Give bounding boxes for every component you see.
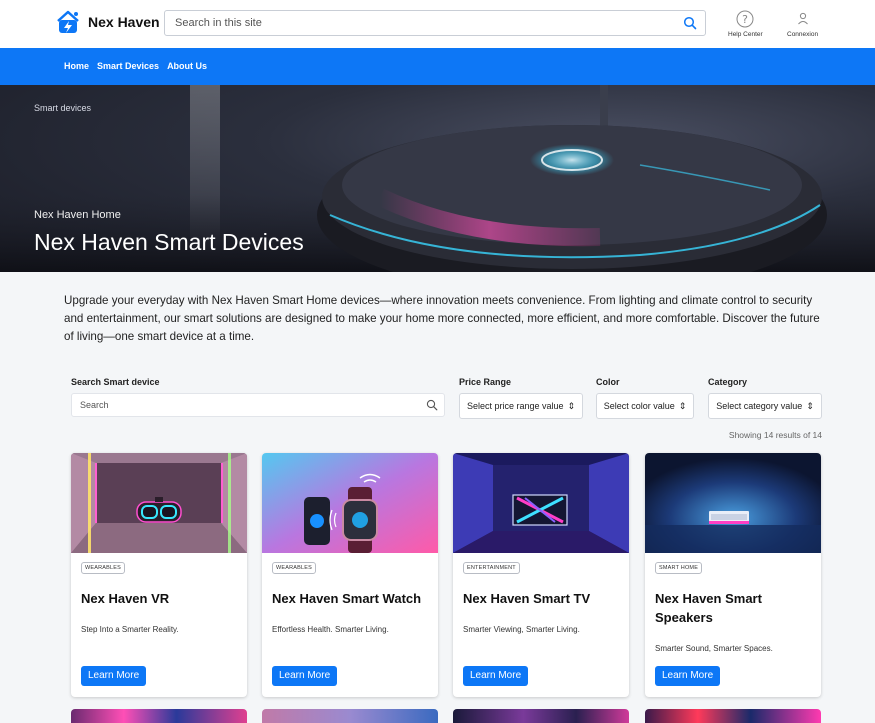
color-label: Color: [596, 377, 620, 387]
category-tag: ENTERTAINMENT: [463, 562, 520, 574]
product-card-preview: [71, 709, 247, 723]
learn-more-button[interactable]: Learn More: [272, 666, 338, 686]
site-search-box: [164, 10, 706, 36]
help-circle-icon: ?: [736, 10, 754, 28]
category-label: Category: [708, 377, 748, 387]
product-card-preview: [262, 709, 438, 723]
nav-about-us[interactable]: About Us: [167, 61, 207, 71]
category-select[interactable]: Select category value ⇕: [708, 393, 822, 419]
category-value: Select category value: [716, 401, 803, 411]
intro-paragraph: Upgrade your everyday with Nex Haven Sma…: [64, 294, 820, 343]
hero-banner: Smart devices Nex Haven Home Nex Haven S…: [0, 85, 875, 272]
color-select[interactable]: Select color value ⇕: [596, 393, 694, 419]
search-icon[interactable]: [683, 16, 697, 30]
product-card-preview: [645, 709, 821, 723]
nav-home[interactable]: Home: [64, 61, 89, 71]
sort-arrows-icon: ⇕: [678, 400, 687, 411]
house-bolt-logo-icon: [57, 10, 79, 33]
color-value: Select color value: [603, 401, 675, 411]
help-center-label: Help Center: [728, 31, 763, 38]
page-title: Nex Haven Smart Devices: [34, 229, 304, 255]
sort-arrows-icon: ⇕: [806, 400, 814, 411]
device-search-box: [71, 393, 445, 417]
product-description: Effortless Health. Smarter Living.: [272, 625, 389, 634]
price-range-value: Select price range value: [466, 401, 564, 411]
price-range-select[interactable]: Select price range value ⇕: [459, 393, 583, 419]
search-icon[interactable]: [426, 399, 438, 411]
category-tag: WEARABLES: [81, 562, 126, 574]
hero-eyebrow: Nex Haven Home: [34, 209, 121, 221]
help-center-link[interactable]: ? Help Center: [728, 10, 763, 38]
brand-name: Nex Haven: [88, 14, 160, 30]
learn-more-button[interactable]: Learn More: [81, 666, 147, 686]
product-title[interactable]: Nex Haven VR: [81, 589, 241, 608]
product-card-preview: [453, 709, 629, 723]
product-card: ENTERTAINMENT Nex Haven Smart TV Smarter…: [453, 453, 629, 697]
smart-speaker-image: [645, 453, 821, 553]
main-nav: Home Smart Devices About Us: [0, 48, 875, 85]
breadcrumb[interactable]: Smart devices: [34, 103, 91, 113]
site-search-input[interactable]: [165, 11, 665, 35]
price-range-label: Price Range: [459, 377, 512, 387]
product-card: WEARABLES Nex Haven Smart Watch Effortle…: [262, 453, 438, 697]
learn-more-button[interactable]: Learn More: [655, 666, 721, 686]
site-header: Nex Haven ? Help Center Connexion: [0, 0, 875, 48]
product-description: Smarter Sound, Smarter Spaces.: [655, 644, 773, 653]
smart-watch-image: [262, 453, 438, 553]
nav-smart-devices[interactable]: Smart Devices: [97, 61, 159, 71]
product-description: Step Into a Smarter Reality.: [81, 625, 179, 634]
category-tag: SMART HOME: [655, 562, 703, 574]
brand-logo[interactable]: Nex Haven: [54, 8, 160, 36]
device-search-input[interactable]: [72, 394, 412, 416]
svg-text:?: ?: [742, 13, 748, 26]
smart-tv-image: [453, 453, 629, 553]
connexion-label: Connexion: [787, 31, 819, 38]
product-description: Smarter Viewing, Smarter Living.: [463, 625, 580, 634]
vr-headset-image: [71, 453, 247, 553]
product-title[interactable]: Nex Haven Smart Watch: [272, 589, 432, 608]
category-tag: WEARABLES: [272, 562, 317, 574]
product-title[interactable]: Nex Haven Smart TV: [463, 589, 623, 608]
sort-arrows-icon: ⇕: [567, 400, 576, 411]
connexion-link[interactable]: Connexion: [787, 10, 818, 38]
user-icon: [797, 12, 808, 25]
results-count: Showing 14 results of 14: [728, 430, 822, 440]
learn-more-button[interactable]: Learn More: [463, 666, 529, 686]
product-card: SMART HOME Nex Haven Smart Speakers Smar…: [645, 453, 821, 697]
product-card: WEARABLES Nex Haven VR Step Into a Smart…: [71, 453, 247, 697]
search-device-label: Search Smart device: [71, 377, 160, 387]
product-title[interactable]: Nex Haven Smart Speakers: [655, 589, 815, 627]
